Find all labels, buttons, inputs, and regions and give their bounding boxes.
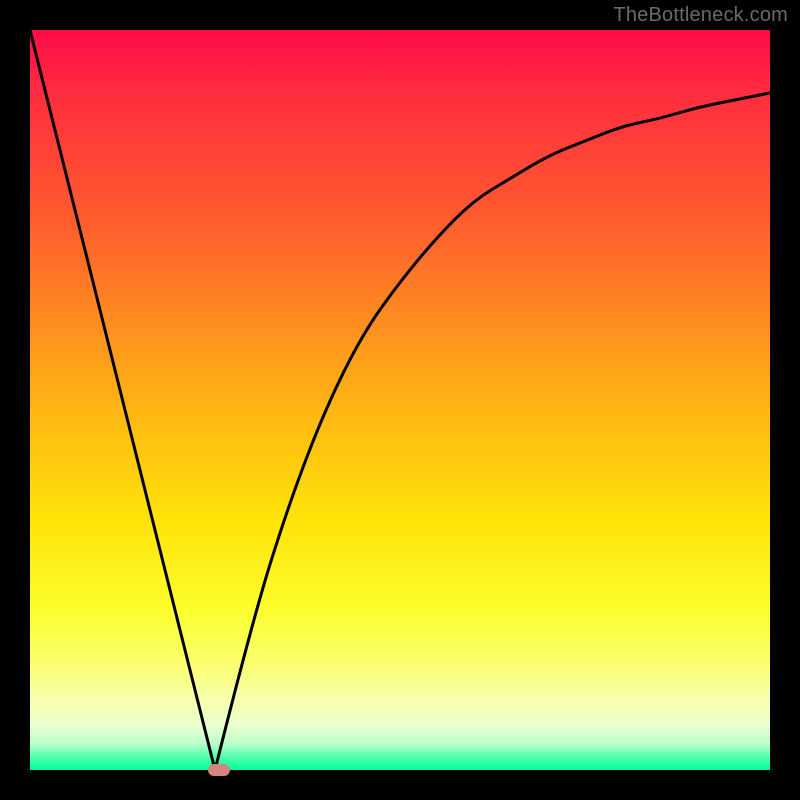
plot-area bbox=[30, 30, 770, 770]
min-marker bbox=[208, 764, 230, 776]
curve-layer bbox=[30, 30, 770, 770]
curve-left-branch bbox=[30, 30, 215, 770]
watermark-text: TheBottleneck.com bbox=[613, 4, 788, 27]
curve-right-branch bbox=[215, 93, 770, 770]
chart-frame: TheBottleneck.com bbox=[0, 0, 800, 800]
